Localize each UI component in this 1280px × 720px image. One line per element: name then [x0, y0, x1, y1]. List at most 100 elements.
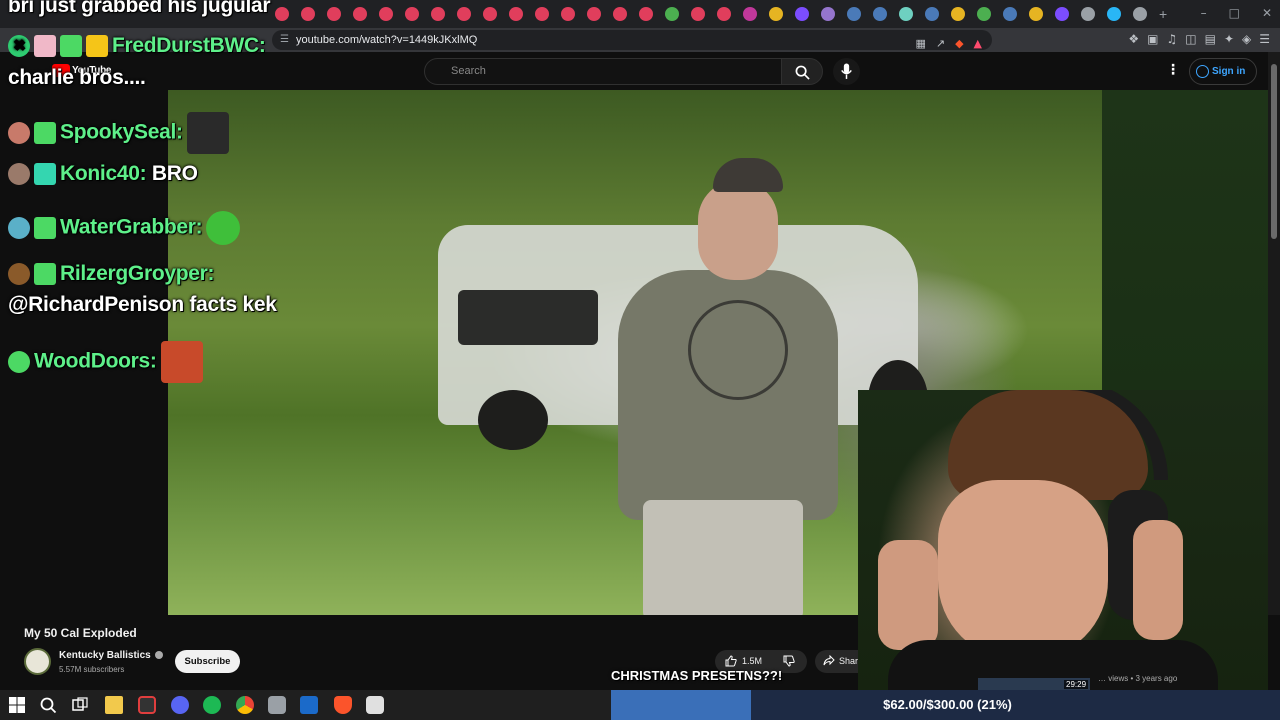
chat-line-top: bri just grabbed his jugular — [8, 0, 271, 17]
browser-tab-favicon-icon[interactable] — [613, 7, 627, 21]
subscribe-button[interactable]: Subscribe — [175, 650, 240, 673]
browser-tab-favicon-icon[interactable] — [431, 7, 445, 21]
chat-message-text: charlie bros.... — [8, 66, 146, 89]
app-icon[interactable] — [268, 696, 286, 714]
app-icon[interactable] — [366, 696, 384, 714]
screenshot-icon[interactable]: ▣ — [1147, 32, 1158, 46]
chat-username[interactable]: WaterGrabber: — [60, 216, 203, 239]
menu-icon[interactable]: ☰ — [1259, 32, 1270, 46]
windows-start-icon[interactable] — [8, 696, 26, 714]
chrome-icon[interactable] — [236, 696, 254, 714]
browser-tab-favicon-icon[interactable] — [847, 7, 861, 21]
chat-message: SpookySeal: — [8, 112, 229, 154]
gift-badge-icon — [34, 35, 56, 58]
brave-icon[interactable] — [334, 696, 352, 714]
chat-username[interactable]: FredDurstBWC: — [112, 34, 266, 57]
cast-icon[interactable]: ▦ — [915, 34, 925, 54]
related-video-meta: … views • 3 years ago — [1098, 674, 1178, 683]
discord-icon[interactable] — [171, 696, 189, 714]
browser-tab-favicon-icon[interactable] — [1107, 7, 1121, 21]
spotify-icon[interactable] — [203, 696, 221, 714]
browser-tab-favicon-icon[interactable] — [1029, 7, 1043, 21]
chat-message: Konic40: BRO — [8, 162, 198, 186]
video-person-cap — [713, 158, 783, 192]
browser-tab-favicon-icon[interactable] — [405, 7, 419, 21]
channel-avatar[interactable] — [24, 648, 51, 675]
chat-username[interactable]: Konic40: — [60, 162, 147, 185]
maximize-icon[interactable]: □ — [1229, 6, 1240, 20]
vpn-icon[interactable]: ◈ — [1242, 32, 1251, 46]
browser-tab-favicon-icon[interactable] — [379, 7, 393, 21]
page-scrollbar[interactable] — [1268, 52, 1280, 690]
stream-chat-overlay: bri just grabbed his jugular ✖ FredDurstB… — [0, 0, 300, 383]
extension-toolbar: ❖ ▣ ♫ ◫ ▤ ✦ ◈ ☰ — [1128, 32, 1270, 46]
browser-tab-favicon-icon[interactable] — [301, 7, 315, 21]
extension-icon[interactable]: ❖ — [1128, 32, 1139, 46]
search-button[interactable] — [781, 58, 823, 85]
close-icon[interactable]: ✕ — [1262, 6, 1272, 20]
browser-tab-favicon-icon[interactable] — [951, 7, 965, 21]
chat-username[interactable]: WoodDoors: — [34, 350, 157, 373]
task-view-icon[interactable] — [71, 696, 89, 714]
browser-tab-favicon-icon[interactable] — [769, 7, 783, 21]
taskbar-search-icon[interactable] — [39, 696, 57, 714]
steam-icon[interactable] — [300, 696, 318, 714]
address-bar[interactable]: ☰ youtube.com/watch?v=1449kJKxlMQ ▦ ↗ ◆ … — [272, 30, 992, 50]
browser-tab-favicon-icon[interactable] — [899, 7, 913, 21]
url-text[interactable]: youtube.com/watch?v=1449kJKxlMQ — [296, 34, 477, 46]
voice-search-button[interactable] — [833, 58, 860, 85]
browser-tab-favicon-icon[interactable] — [457, 7, 471, 21]
browser-tab-favicon-icon[interactable] — [1055, 7, 1069, 21]
chat-username[interactable]: SpookySeal: — [60, 121, 183, 144]
rewards-icon[interactable]: ▲ — [974, 34, 982, 54]
more-options-icon[interactable]: ⋮ — [1166, 62, 1180, 78]
chat-message: RilzergGroyper: — [8, 262, 215, 286]
sign-in-button[interactable]: Sign in — [1189, 58, 1257, 85]
video-wheel — [478, 390, 548, 450]
browser-tab-favicon-icon[interactable] — [795, 7, 809, 21]
leo-icon[interactable]: ✦ — [1224, 32, 1234, 46]
wallet-icon[interactable]: ▤ — [1205, 32, 1216, 46]
browser-tab-favicon-icon[interactable] — [535, 7, 549, 21]
share-page-icon[interactable]: ↗ — [936, 34, 945, 54]
streamer-webcam — [858, 390, 1268, 690]
channel-name[interactable]: Kentucky Ballistics — [59, 650, 163, 661]
new-tab-icon[interactable]: + — [1159, 6, 1167, 22]
related-video-duration: 29:29 — [1064, 680, 1089, 689]
browser-tab-favicon-icon[interactable] — [561, 7, 575, 21]
browser-tab-favicon-icon[interactable] — [665, 7, 679, 21]
browser-tab-favicon-icon[interactable] — [977, 7, 991, 21]
browser-tab-favicon-icon[interactable] — [639, 7, 653, 21]
sign-in-label: Sign in — [1212, 66, 1246, 77]
subscriber-count: 5.57M subscribers — [59, 665, 125, 674]
minimize-icon[interactable]: – — [1201, 6, 1207, 20]
browser-tab-favicon-icon[interactable] — [1081, 7, 1095, 21]
chat-username[interactable]: RilzergGroyper: — [60, 262, 215, 285]
video-person-head — [698, 180, 778, 280]
browser-tab-favicon-icon[interactable] — [1003, 7, 1017, 21]
browser-tab-favicon-icon[interactable] — [925, 7, 939, 21]
music-icon[interactable]: ♫ — [1166, 32, 1177, 46]
browser-tab-favicon-icon[interactable] — [1133, 7, 1147, 21]
browser-tab-favicon-icon[interactable] — [483, 7, 497, 21]
browser-tab-favicon-icon[interactable] — [743, 7, 757, 21]
search-icon — [795, 65, 810, 80]
sidebar-icon[interactable]: ◫ — [1185, 32, 1196, 46]
search-input[interactable]: Search — [424, 58, 782, 85]
browser-tab-favicon-icon[interactable] — [873, 7, 887, 21]
obs-icon[interactable] — [138, 696, 156, 714]
brave-shield-icon[interactable]: ◆ — [955, 34, 963, 54]
browser-tab-favicon-icon[interactable] — [717, 7, 731, 21]
channel-name-text[interactable]: Kentucky Ballistics — [59, 650, 151, 661]
file-explorer-icon[interactable] — [105, 696, 123, 714]
scrollbar-thumb[interactable] — [1271, 64, 1277, 239]
chat-emote-icon — [206, 211, 241, 245]
thumbs-up-icon — [725, 655, 737, 667]
browser-tab-favicon-icon[interactable] — [821, 7, 835, 21]
browser-tab-favicon-icon[interactable] — [509, 7, 523, 21]
browser-tab-favicon-icon[interactable] — [691, 7, 705, 21]
browser-tab-favicon-icon[interactable] — [353, 7, 367, 21]
browser-tab-favicon-icon[interactable] — [587, 7, 601, 21]
browser-tab-favicon-icon[interactable] — [327, 7, 341, 21]
thumbs-down-icon[interactable] — [783, 655, 795, 667]
